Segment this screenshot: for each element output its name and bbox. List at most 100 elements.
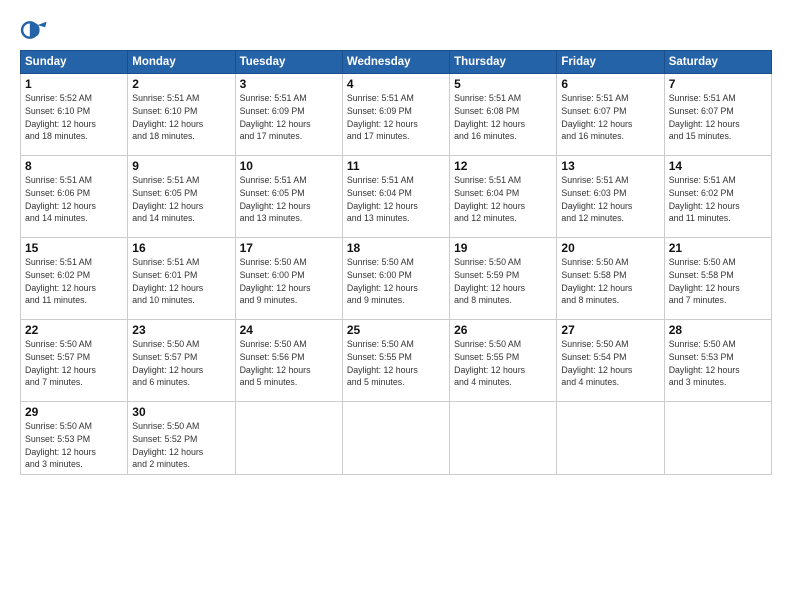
day-info: Sunrise: 5:51 AMSunset: 6:04 PMDaylight:…: [454, 174, 552, 225]
day-number: 16: [132, 241, 230, 255]
calendar-cell: 18Sunrise: 5:50 AMSunset: 6:00 PMDayligh…: [342, 238, 449, 320]
weekday-header-thursday: Thursday: [450, 51, 557, 74]
day-number: 21: [669, 241, 767, 255]
calendar-cell: 8Sunrise: 5:51 AMSunset: 6:06 PMDaylight…: [21, 156, 128, 238]
day-info: Sunrise: 5:51 AMSunset: 6:03 PMDaylight:…: [561, 174, 659, 225]
day-number: 26: [454, 323, 552, 337]
calendar-cell: 24Sunrise: 5:50 AMSunset: 5:56 PMDayligh…: [235, 320, 342, 402]
day-number: 3: [240, 77, 338, 91]
day-info: Sunrise: 5:51 AMSunset: 6:09 PMDaylight:…: [240, 92, 338, 143]
day-number: 1: [25, 77, 123, 91]
calendar-cell: [235, 402, 342, 475]
day-info: Sunrise: 5:50 AMSunset: 5:57 PMDaylight:…: [132, 338, 230, 389]
calendar-cell: 16Sunrise: 5:51 AMSunset: 6:01 PMDayligh…: [128, 238, 235, 320]
day-info: Sunrise: 5:51 AMSunset: 6:02 PMDaylight:…: [25, 256, 123, 307]
page: SundayMondayTuesdayWednesdayThursdayFrid…: [0, 0, 792, 612]
calendar-cell: [664, 402, 771, 475]
calendar-cell: [557, 402, 664, 475]
calendar-cell: 1Sunrise: 5:52 AMSunset: 6:10 PMDaylight…: [21, 74, 128, 156]
weekday-header-wednesday: Wednesday: [342, 51, 449, 74]
calendar-cell: 10Sunrise: 5:51 AMSunset: 6:05 PMDayligh…: [235, 156, 342, 238]
calendar-week-5: 29Sunrise: 5:50 AMSunset: 5:53 PMDayligh…: [21, 402, 772, 475]
day-number: 24: [240, 323, 338, 337]
calendar-cell: 17Sunrise: 5:50 AMSunset: 6:00 PMDayligh…: [235, 238, 342, 320]
day-info: Sunrise: 5:50 AMSunset: 5:58 PMDaylight:…: [669, 256, 767, 307]
day-number: 30: [132, 405, 230, 419]
day-number: 15: [25, 241, 123, 255]
day-info: Sunrise: 5:51 AMSunset: 6:04 PMDaylight:…: [347, 174, 445, 225]
weekday-header-sunday: Sunday: [21, 51, 128, 74]
calendar-cell: 14Sunrise: 5:51 AMSunset: 6:02 PMDayligh…: [664, 156, 771, 238]
calendar-cell: 6Sunrise: 5:51 AMSunset: 6:07 PMDaylight…: [557, 74, 664, 156]
day-info: Sunrise: 5:51 AMSunset: 6:07 PMDaylight:…: [561, 92, 659, 143]
calendar-cell: 7Sunrise: 5:51 AMSunset: 6:07 PMDaylight…: [664, 74, 771, 156]
day-number: 6: [561, 77, 659, 91]
day-number: 17: [240, 241, 338, 255]
weekday-header-saturday: Saturday: [664, 51, 771, 74]
calendar-cell: 3Sunrise: 5:51 AMSunset: 6:09 PMDaylight…: [235, 74, 342, 156]
calendar-cell: 22Sunrise: 5:50 AMSunset: 5:57 PMDayligh…: [21, 320, 128, 402]
day-info: Sunrise: 5:50 AMSunset: 6:00 PMDaylight:…: [240, 256, 338, 307]
day-number: 22: [25, 323, 123, 337]
day-info: Sunrise: 5:50 AMSunset: 5:55 PMDaylight:…: [347, 338, 445, 389]
calendar-cell: 25Sunrise: 5:50 AMSunset: 5:55 PMDayligh…: [342, 320, 449, 402]
day-info: Sunrise: 5:50 AMSunset: 5:58 PMDaylight:…: [561, 256, 659, 307]
calendar-cell: [450, 402, 557, 475]
logo: [20, 16, 52, 44]
day-info: Sunrise: 5:50 AMSunset: 5:59 PMDaylight:…: [454, 256, 552, 307]
day-number: 12: [454, 159, 552, 173]
calendar-cell: 20Sunrise: 5:50 AMSunset: 5:58 PMDayligh…: [557, 238, 664, 320]
calendar-cell: 4Sunrise: 5:51 AMSunset: 6:09 PMDaylight…: [342, 74, 449, 156]
calendar-cell: 12Sunrise: 5:51 AMSunset: 6:04 PMDayligh…: [450, 156, 557, 238]
calendar-cell: 9Sunrise: 5:51 AMSunset: 6:05 PMDaylight…: [128, 156, 235, 238]
calendar-header-row: SundayMondayTuesdayWednesdayThursdayFrid…: [21, 51, 772, 74]
calendar-cell: 27Sunrise: 5:50 AMSunset: 5:54 PMDayligh…: [557, 320, 664, 402]
calendar-week-3: 15Sunrise: 5:51 AMSunset: 6:02 PMDayligh…: [21, 238, 772, 320]
day-number: 2: [132, 77, 230, 91]
calendar-cell: 26Sunrise: 5:50 AMSunset: 5:55 PMDayligh…: [450, 320, 557, 402]
day-info: Sunrise: 5:51 AMSunset: 6:07 PMDaylight:…: [669, 92, 767, 143]
day-info: Sunrise: 5:50 AMSunset: 5:52 PMDaylight:…: [132, 420, 230, 471]
day-number: 5: [454, 77, 552, 91]
weekday-header-monday: Monday: [128, 51, 235, 74]
day-info: Sunrise: 5:51 AMSunset: 6:08 PMDaylight:…: [454, 92, 552, 143]
day-number: 29: [25, 405, 123, 419]
calendar-cell: 29Sunrise: 5:50 AMSunset: 5:53 PMDayligh…: [21, 402, 128, 475]
day-number: 14: [669, 159, 767, 173]
day-info: Sunrise: 5:50 AMSunset: 5:53 PMDaylight:…: [25, 420, 123, 471]
day-info: Sunrise: 5:51 AMSunset: 6:06 PMDaylight:…: [25, 174, 123, 225]
day-number: 27: [561, 323, 659, 337]
day-number: 8: [25, 159, 123, 173]
calendar-cell: 2Sunrise: 5:51 AMSunset: 6:10 PMDaylight…: [128, 74, 235, 156]
day-number: 11: [347, 159, 445, 173]
calendar-cell: 5Sunrise: 5:51 AMSunset: 6:08 PMDaylight…: [450, 74, 557, 156]
calendar-cell: 21Sunrise: 5:50 AMSunset: 5:58 PMDayligh…: [664, 238, 771, 320]
day-number: 25: [347, 323, 445, 337]
day-number: 20: [561, 241, 659, 255]
day-info: Sunrise: 5:50 AMSunset: 5:54 PMDaylight:…: [561, 338, 659, 389]
day-number: 28: [669, 323, 767, 337]
weekday-header-friday: Friday: [557, 51, 664, 74]
day-number: 10: [240, 159, 338, 173]
calendar-week-1: 1Sunrise: 5:52 AMSunset: 6:10 PMDaylight…: [21, 74, 772, 156]
day-number: 23: [132, 323, 230, 337]
day-info: Sunrise: 5:50 AMSunset: 5:57 PMDaylight:…: [25, 338, 123, 389]
day-info: Sunrise: 5:52 AMSunset: 6:10 PMDaylight:…: [25, 92, 123, 143]
header: [20, 16, 772, 44]
day-info: Sunrise: 5:51 AMSunset: 6:02 PMDaylight:…: [669, 174, 767, 225]
day-info: Sunrise: 5:50 AMSunset: 5:56 PMDaylight:…: [240, 338, 338, 389]
calendar-table: SundayMondayTuesdayWednesdayThursdayFrid…: [20, 50, 772, 475]
calendar-cell: 11Sunrise: 5:51 AMSunset: 6:04 PMDayligh…: [342, 156, 449, 238]
day-info: Sunrise: 5:51 AMSunset: 6:05 PMDaylight:…: [240, 174, 338, 225]
day-info: Sunrise: 5:50 AMSunset: 5:53 PMDaylight:…: [669, 338, 767, 389]
day-number: 13: [561, 159, 659, 173]
day-number: 9: [132, 159, 230, 173]
calendar-cell: 30Sunrise: 5:50 AMSunset: 5:52 PMDayligh…: [128, 402, 235, 475]
day-info: Sunrise: 5:50 AMSunset: 6:00 PMDaylight:…: [347, 256, 445, 307]
calendar-cell: 19Sunrise: 5:50 AMSunset: 5:59 PMDayligh…: [450, 238, 557, 320]
day-info: Sunrise: 5:50 AMSunset: 5:55 PMDaylight:…: [454, 338, 552, 389]
calendar-cell: 13Sunrise: 5:51 AMSunset: 6:03 PMDayligh…: [557, 156, 664, 238]
day-info: Sunrise: 5:51 AMSunset: 6:10 PMDaylight:…: [132, 92, 230, 143]
day-number: 18: [347, 241, 445, 255]
day-number: 4: [347, 77, 445, 91]
